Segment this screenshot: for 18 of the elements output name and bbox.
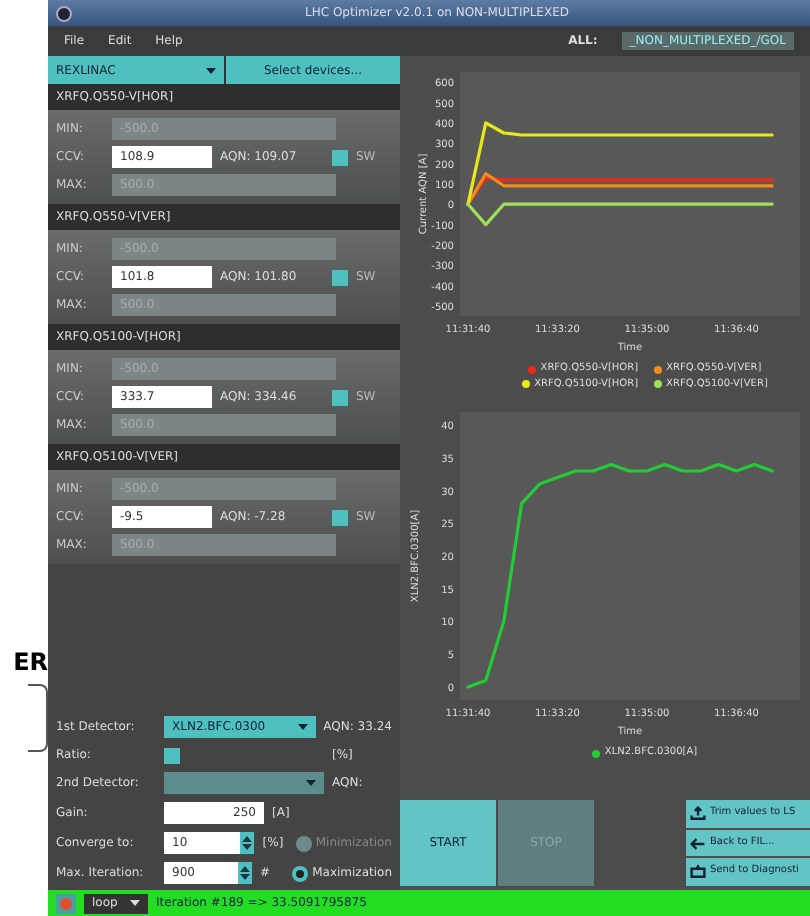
app-icon [56,5,72,21]
spin-arrows-icon[interactable] [240,832,255,854]
caret-icon [306,780,316,786]
upload-icon [690,805,706,822]
ratio-checkbox[interactable] [164,747,180,763]
camera-icon [690,864,706,881]
checkbox[interactable] [332,389,348,405]
spin-arrows-icon[interactable] [237,862,252,884]
checkbox[interactable] [332,509,348,525]
caret-icon [206,67,216,73]
checkbox[interactable] [332,269,348,285]
back-icon [690,835,706,851]
stop-icon[interactable] [56,893,76,913]
radio-button[interactable] [292,865,309,881]
checkbox[interactable] [332,149,348,165]
background-text: ER [13,646,48,680]
caret-icon [130,900,140,906]
caret-icon [297,724,308,730]
